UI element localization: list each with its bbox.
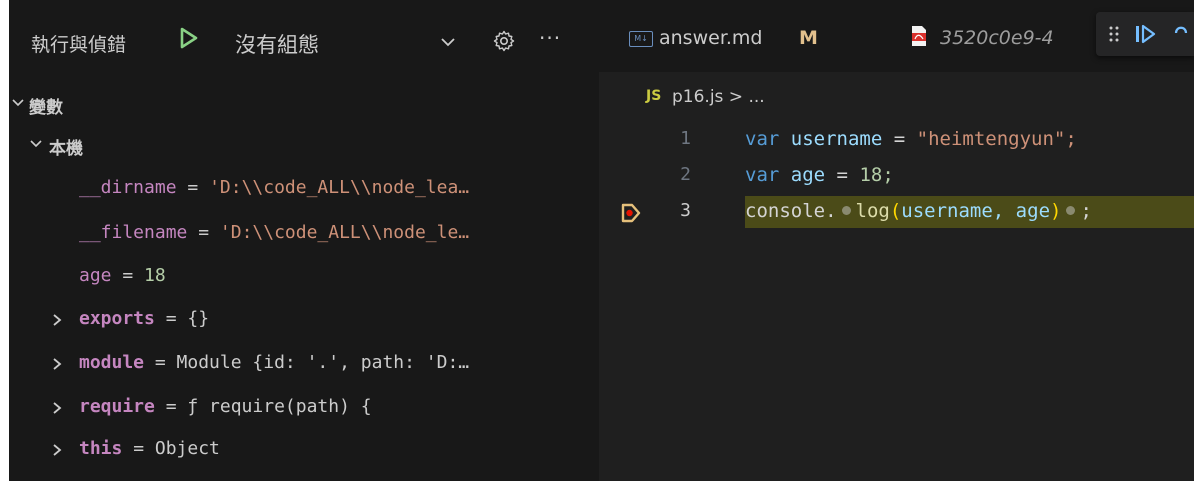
variable-equals: = bbox=[187, 222, 220, 243]
variable-row[interactable]: exports = {} bbox=[9, 299, 599, 340]
variable-value: 18 bbox=[144, 265, 166, 286]
tab-label: 3520c0e9-4 bbox=[940, 27, 1054, 49]
variable-equals: = bbox=[154, 308, 188, 329]
modified-badge: M bbox=[799, 27, 818, 49]
vscode-window: 執行與偵錯 沒有組態 ··· 變數 本機 __dirname = 'D:\\co… bbox=[9, 0, 1194, 481]
editor-tabs: M↓ answer.md M 3520c0e9-4 bbox=[599, 0, 1194, 72]
variable-equals: = bbox=[154, 396, 188, 417]
variable-row[interactable]: this = Object bbox=[9, 429, 599, 470]
gear-icon[interactable] bbox=[493, 30, 515, 56]
variable-name: module bbox=[79, 352, 145, 373]
markdown-icon: M↓ bbox=[629, 31, 653, 47]
tab-label: answer.md bbox=[659, 27, 763, 49]
variable-value: Module {id: '.', path: 'D:… bbox=[176, 352, 470, 373]
chevron-right-icon[interactable] bbox=[51, 442, 63, 461]
code-text: var username = "heimtengyun"; bbox=[745, 128, 1077, 150]
line-number: 2 bbox=[680, 164, 691, 185]
line-number: 3 bbox=[680, 200, 691, 221]
variable-value: 'D:\\code_ALL\\node_le… bbox=[219, 222, 470, 243]
variable-row[interactable]: __dirname = 'D:\\code_ALL\\node_lea… bbox=[9, 168, 599, 209]
drag-handle-icon[interactable] bbox=[1108, 24, 1120, 48]
editor-area: M↓ answer.md M 3520c0e9-4 JS p16.js > ..… bbox=[599, 0, 1194, 481]
pdf-icon bbox=[910, 25, 928, 51]
inline-breakpoint-icon bbox=[841, 206, 851, 215]
variable-value: Object bbox=[154, 438, 220, 459]
more-actions-icon[interactable]: ··· bbox=[539, 26, 561, 50]
variable-value: 'D:\\code_ALL\\node_lea… bbox=[209, 177, 470, 198]
variable-equals: = bbox=[111, 265, 145, 286]
continue-icon[interactable] bbox=[1134, 23, 1156, 49]
chevron-down-icon bbox=[29, 135, 43, 154]
variable-row[interactable]: __filename = 'D:\\code_ALL\\node_le… bbox=[9, 213, 599, 254]
chevron-right-icon[interactable] bbox=[51, 312, 63, 331]
scope-local[interactable]: 本機 bbox=[9, 123, 599, 164]
code-line-current: 3 console. log(username, age); bbox=[599, 196, 1194, 228]
floating-debug-toolbar bbox=[1096, 12, 1194, 56]
variable-equals: = bbox=[176, 177, 210, 198]
variable-value: ƒ require(path) { bbox=[187, 396, 372, 417]
variable-row[interactable]: require = ƒ require(path) { bbox=[9, 387, 599, 428]
variables-section-header[interactable]: 變數 bbox=[9, 82, 599, 123]
chevron-down-icon bbox=[11, 94, 25, 113]
breadcrumb-path[interactable]: p16.js > ... bbox=[672, 87, 765, 107]
debug-config-select[interactable]: 沒有組態 bbox=[213, 18, 475, 62]
start-debugging-icon[interactable] bbox=[179, 27, 199, 53]
code-line: 2 var age = 18; bbox=[599, 160, 1194, 192]
step-over-icon[interactable] bbox=[1174, 23, 1188, 49]
debug-sidebar: 執行與偵錯 沒有組態 ··· 變數 本機 __dirname = 'D:\\co… bbox=[9, 0, 599, 481]
code-text: console. log(username, age); bbox=[745, 200, 1092, 222]
chevron-down-icon bbox=[440, 33, 456, 52]
variable-name: __filename bbox=[79, 222, 188, 243]
tab-answer-md[interactable]: M↓ answer.md M bbox=[599, 0, 885, 72]
variable-name: require bbox=[79, 396, 155, 417]
chevron-right-icon[interactable] bbox=[51, 356, 63, 375]
code-line: 1 var username = "heimtengyun"; bbox=[599, 124, 1194, 156]
variable-value: {} bbox=[187, 308, 210, 329]
variable-row[interactable]: module = Module {id: '.', path: 'D:… bbox=[9, 343, 599, 384]
variable-name: exports bbox=[79, 308, 155, 329]
breadcrumb: JS p16.js > ... bbox=[599, 72, 1194, 107]
variable-name: __dirname bbox=[79, 177, 177, 198]
debug-title: 執行與偵錯 bbox=[31, 34, 127, 56]
line-number: 1 bbox=[680, 128, 691, 149]
chevron-right-icon[interactable] bbox=[51, 400, 63, 419]
variable-equals: = bbox=[122, 438, 155, 459]
variable-name: age bbox=[79, 265, 112, 286]
scope-label: 本機 bbox=[49, 139, 83, 159]
inline-breakpoint-icon bbox=[1066, 206, 1076, 215]
code-text: var age = 18; bbox=[745, 164, 894, 186]
variable-equals: = bbox=[144, 352, 177, 373]
variable-row[interactable]: age = 18 bbox=[9, 256, 599, 297]
debug-toolbar: 執行與偵錯 沒有組態 ··· bbox=[9, 0, 599, 72]
debug-config-label: 沒有組態 bbox=[235, 33, 319, 57]
javascript-icon: JS bbox=[646, 88, 662, 104]
variable-name: this bbox=[79, 438, 123, 459]
variables-section-label: 變數 bbox=[29, 98, 63, 118]
